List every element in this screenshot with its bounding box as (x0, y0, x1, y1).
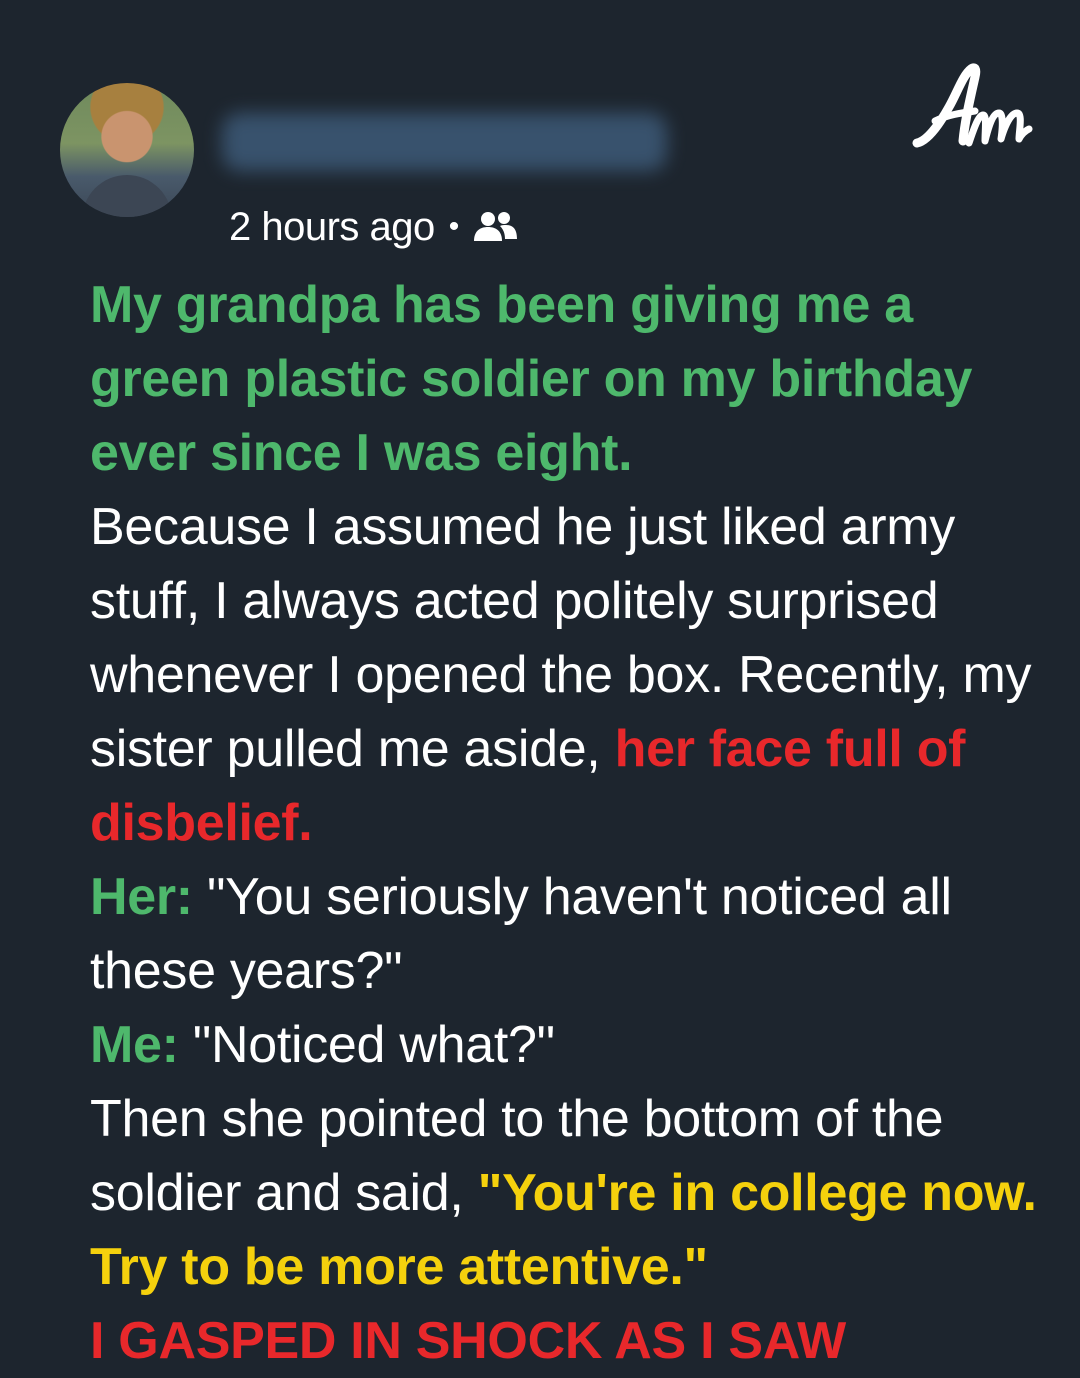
story-paragraph-2: Then she pointed to the bottom of the so… (90, 1082, 1050, 1304)
her-line: "You seriously haven't noticed all these… (90, 868, 952, 1000)
user-avatar[interactable] (60, 83, 194, 217)
me-line: "Noticed what?" (178, 1016, 555, 1074)
story-paragraph-1: Because I assumed he just liked army stu… (90, 490, 1050, 860)
post-card: 2 hours ago • My grandpa has been giving… (0, 0, 1080, 1370)
story-text: My grandpa has been giving me a green pl… (90, 268, 1050, 1378)
blurred-username[interactable] (222, 113, 667, 171)
story-cliffhanger: I GASPED IN SHOCK AS I SAW (90, 1312, 846, 1370)
avatar-shirt (82, 175, 172, 217)
am-logo (912, 63, 1033, 148)
friends-icon[interactable] (471, 209, 519, 245)
meta-separator: • (448, 210, 460, 243)
me-label: Me: (90, 1016, 179, 1074)
post-timestamp: 2 hours ago (229, 204, 435, 249)
dialogue-her: Her: "You seriously haven't noticed all … (90, 860, 1050, 1008)
her-label: Her: (90, 868, 193, 926)
post-meta: 2 hours ago • (229, 203, 519, 251)
story-headline: My grandpa has been giving me a green pl… (90, 276, 973, 482)
dialogue-me: Me: "Noticed what?" (90, 1008, 1050, 1082)
